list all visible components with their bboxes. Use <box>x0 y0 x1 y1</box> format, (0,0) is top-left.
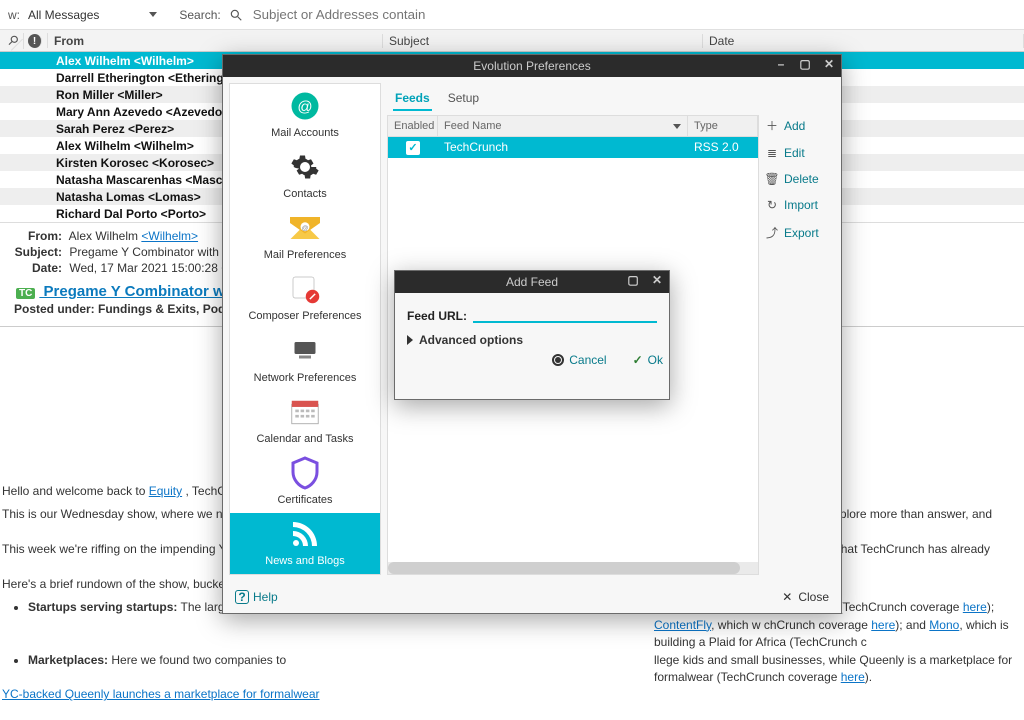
svg-text:@: @ <box>297 98 312 115</box>
feed-table-header: Enabled Feed Name Type <box>388 116 758 137</box>
ok-button[interactable]: ✓ Ok <box>633 353 663 367</box>
sidebar-item-mail-preferences[interactable]: @ Mail Preferences <box>230 207 380 268</box>
message-list-header: ⚲ ! From Subject Date <box>0 30 1024 52</box>
plus-icon: ＋ <box>765 117 779 134</box>
equity-link[interactable]: Equity <box>149 484 182 498</box>
sidebar-item-mail-accounts[interactable]: @ Mail Accounts <box>230 84 380 145</box>
feed-url-input[interactable] <box>473 303 657 323</box>
export-icon: ⤴ <box>765 224 779 241</box>
maximize-button[interactable]: ▢ <box>797 57 813 71</box>
search-input[interactable] <box>251 6 1016 23</box>
compose-icon <box>290 274 320 304</box>
search-label: Search: <box>179 8 220 22</box>
date-column-header[interactable]: Date <box>703 34 1024 48</box>
shield-icon <box>290 458 320 488</box>
envelope-icon: @ <box>290 213 320 243</box>
view-dropdown[interactable]: All Messages <box>28 8 157 22</box>
network-icon <box>290 336 320 366</box>
important-column-header[interactable]: ! <box>24 33 48 49</box>
feed-tabs: Feeds Setup <box>387 83 835 111</box>
gear-icon <box>290 152 320 182</box>
edit-feed-button[interactable]: ≣Edit <box>765 146 835 160</box>
import-feed-button[interactable]: ↻Import <box>765 198 835 212</box>
subject-label: Subject: <box>14 245 62 259</box>
coverage-link[interactable]: here <box>841 670 865 684</box>
help-button[interactable]: ? Help <box>235 590 278 604</box>
sidebar-item-composer-preferences[interactable]: Composer Preferences <box>230 268 380 329</box>
feed-enabled-checkbox[interactable]: ✓ <box>406 141 420 155</box>
from-value: Alex Wilhelm <box>69 229 142 243</box>
queenly-link[interactable]: YC-backed Queenly launches a marketplace… <box>2 687 319 701</box>
feed-name: TechCrunch <box>438 137 688 157</box>
add-feed-dialog: Add Feed ▢ ✕ Feed URL: Advanced options … <box>394 270 670 400</box>
chevron-down-icon <box>149 12 157 17</box>
add-feed-button[interactable]: ＋Add <box>765 117 835 134</box>
advanced-options-toggle[interactable]: Advanced options <box>407 333 657 347</box>
check-icon: ✓ <box>633 353 643 367</box>
paperclip-icon: ⚲ <box>4 31 23 50</box>
cancel-icon <box>552 354 564 366</box>
prefs-footer: ? Help ✕ Close <box>223 581 841 613</box>
source-badge: TC <box>16 288 35 299</box>
rss-icon <box>290 519 320 549</box>
svg-text:@: @ <box>302 225 309 232</box>
maximize-button[interactable]: ▢ <box>625 273 641 287</box>
prefs-sidebar: @ Mail Accounts Contacts @ Mail Preferen… <box>229 83 381 575</box>
sidebar-item-contacts[interactable]: Contacts <box>230 145 380 206</box>
minimize-button[interactable]: – <box>773 57 789 71</box>
import-icon: ↻ <box>765 198 779 212</box>
at-icon: @ <box>290 91 320 121</box>
trash-icon: 🗑 <box>765 172 779 186</box>
chevron-down-icon <box>673 124 681 129</box>
posted-under-label: Posted under: <box>14 302 98 316</box>
chevron-right-icon <box>407 335 413 345</box>
from-link[interactable]: <Wilhelm> <box>141 229 198 243</box>
mono-link[interactable]: Mono <box>929 618 959 632</box>
close-window-button[interactable]: ✕ <box>821 57 837 71</box>
col-type[interactable]: Type <box>688 116 758 136</box>
dialog-titlebar[interactable]: Add Feed ▢ ✕ <box>395 271 669 293</box>
horizontal-scrollbar[interactable] <box>388 562 758 574</box>
calendar-icon <box>290 397 320 427</box>
from-label: From: <box>14 229 62 243</box>
feed-url-label: Feed URL: <box>407 309 467 323</box>
sidebar-item-news-blogs[interactable]: News and Blogs <box>230 513 380 574</box>
tab-setup[interactable]: Setup <box>446 87 481 111</box>
sidebar-item-certificates[interactable]: Certificates <box>230 452 380 513</box>
list-item: Marketplaces: Here we found two companie… <box>28 652 1014 669</box>
coverage-link[interactable]: here <box>871 618 895 632</box>
subject-column-header[interactable]: Subject <box>383 34 703 48</box>
help-icon: ? <box>235 590 249 604</box>
search-icon <box>229 8 243 22</box>
close-icon: ✕ <box>782 590 792 604</box>
window-title: Evolution Preferences <box>473 59 590 73</box>
view-value: All Messages <box>28 8 99 22</box>
delete-feed-button[interactable]: 🗑Delete <box>765 172 835 186</box>
col-enabled[interactable]: Enabled <box>388 116 438 136</box>
filter-bar: w: All Messages Search: <box>0 0 1024 30</box>
coverage-link[interactable]: here <box>963 600 987 614</box>
sidebar-item-calendar-tasks[interactable]: Calendar and Tasks <box>230 390 380 451</box>
list-icon: ≣ <box>765 146 779 160</box>
close-button[interactable]: ✕ Close <box>782 590 829 604</box>
view-label: w: <box>8 8 20 22</box>
tab-feeds[interactable]: Feeds <box>393 87 432 111</box>
col-feed-name[interactable]: Feed Name <box>438 116 688 136</box>
date-label: Date: <box>14 261 62 275</box>
feed-type: RSS 2.0 <box>688 137 758 157</box>
feed-row[interactable]: ✓ TechCrunch RSS 2.0 <box>388 137 758 158</box>
sidebar-item-network-preferences[interactable]: Network Preferences <box>230 329 380 390</box>
export-feed-button[interactable]: ⤴Export <box>765 224 835 241</box>
info-icon: ! <box>28 34 42 48</box>
dialog-title: Add Feed <box>506 275 558 289</box>
attachment-column-header[interactable]: ⚲ <box>0 33 24 49</box>
feed-actions: ＋Add ≣Edit 🗑Delete ↻Import ⤴Export <box>765 115 835 575</box>
close-dialog-button[interactable]: ✕ <box>649 273 665 287</box>
window-titlebar[interactable]: Evolution Preferences – ▢ ✕ <box>223 55 841 77</box>
contentfly-link[interactable]: ContentFly <box>654 618 711 632</box>
cancel-button[interactable]: Cancel <box>552 353 606 367</box>
from-column-header[interactable]: From <box>48 34 383 48</box>
